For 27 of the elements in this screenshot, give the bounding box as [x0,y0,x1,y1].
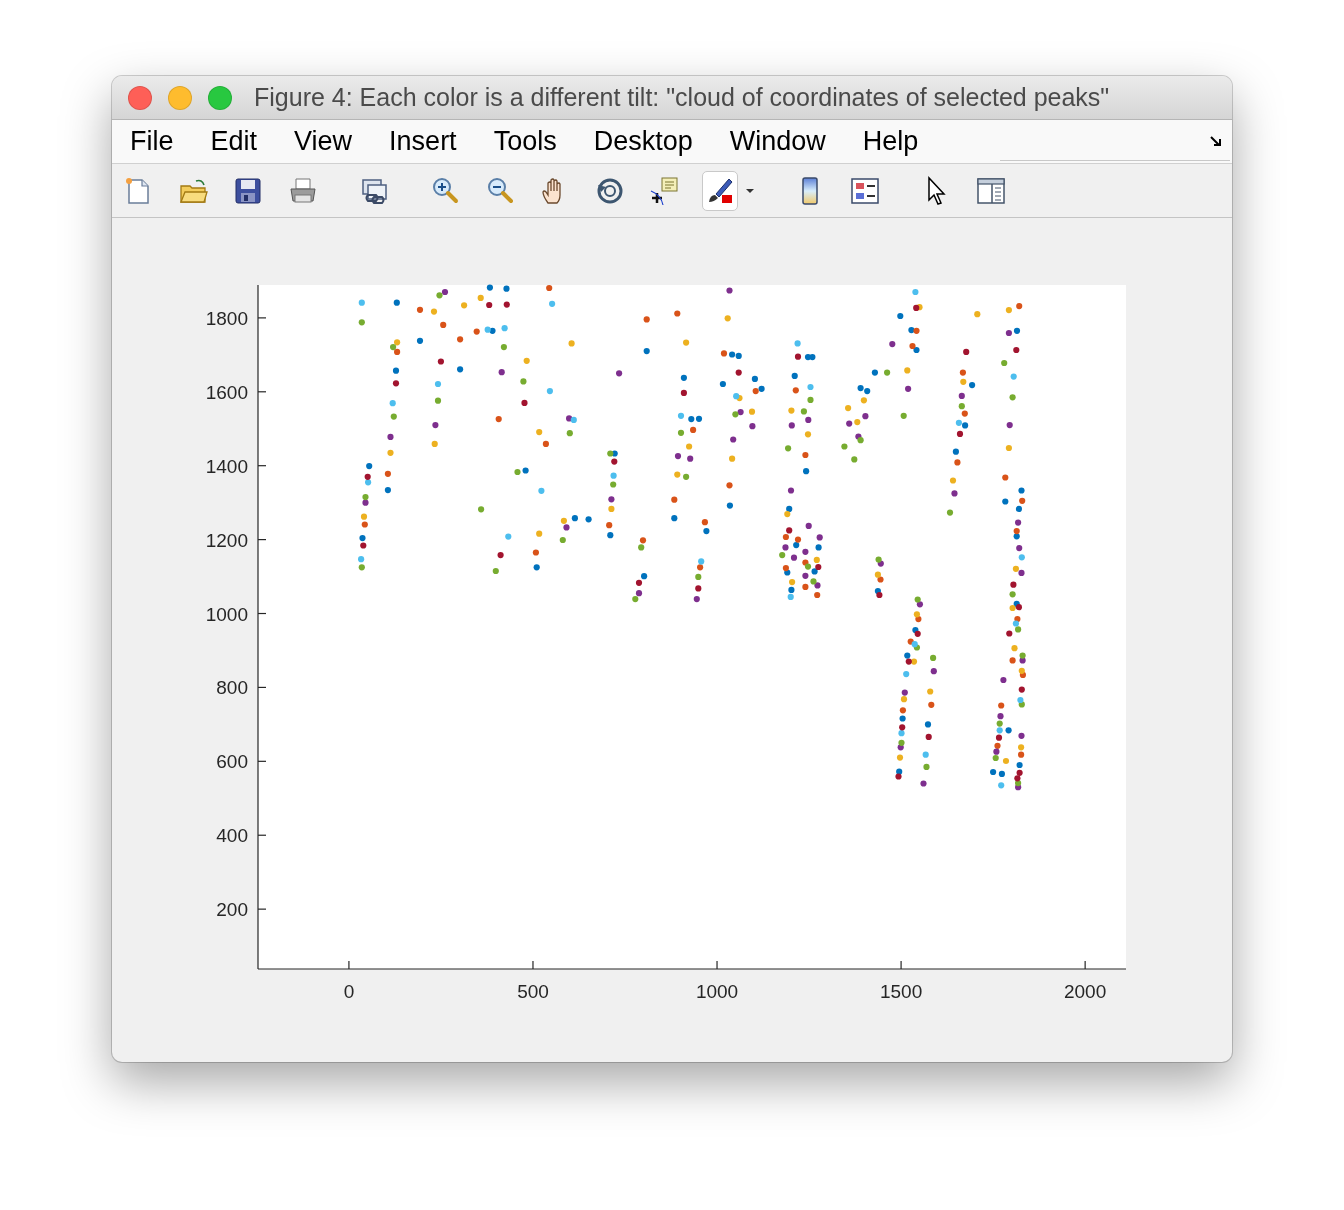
axis-tick-label: 1800 [205,307,248,329]
axis-tick-label: 2000 [1064,981,1107,1002]
axis-tick-label: 1000 [205,603,248,625]
axis-tick-label: 400 [216,825,248,847]
axis-tick-label: 1000 [695,981,739,1002]
menu-item[interactable]: View [294,126,353,157]
menu-item[interactable]: Edit [210,126,258,157]
axis-tick-label: 500 [517,981,549,1002]
axis-tick-label: 1400 [205,455,248,477]
menu-item[interactable]: Insert [389,126,457,157]
toggle-button[interactable] [702,170,738,211]
axis-tick-label: 800 [216,677,248,699]
menu-item[interactable]: Tools [493,126,557,157]
menu-item[interactable]: File [130,126,174,157]
axis-tick-label: 1600 [205,381,248,403]
menu-item[interactable]: Help [862,126,919,157]
window-title: Figure 4: Each color is a different tilt: "cloud of coordinates of selected peaks" [254,83,1110,112]
close-button[interactable] [128,85,152,110]
data-tip-icon[interactable] [649,174,681,207]
axis-tick-label: 600 [216,751,248,773]
axis-tick-label: 0 [343,981,355,1002]
axis-tick-label: 1500 [879,981,923,1002]
menu-item[interactable]: Window [729,126,826,157]
menu-item[interactable]: Desktop [593,126,693,157]
axis-tick-label: 1200 [205,529,248,551]
axis-tick-label: 200 [216,899,248,921]
undock-icon[interactable] [1210,134,1224,148]
